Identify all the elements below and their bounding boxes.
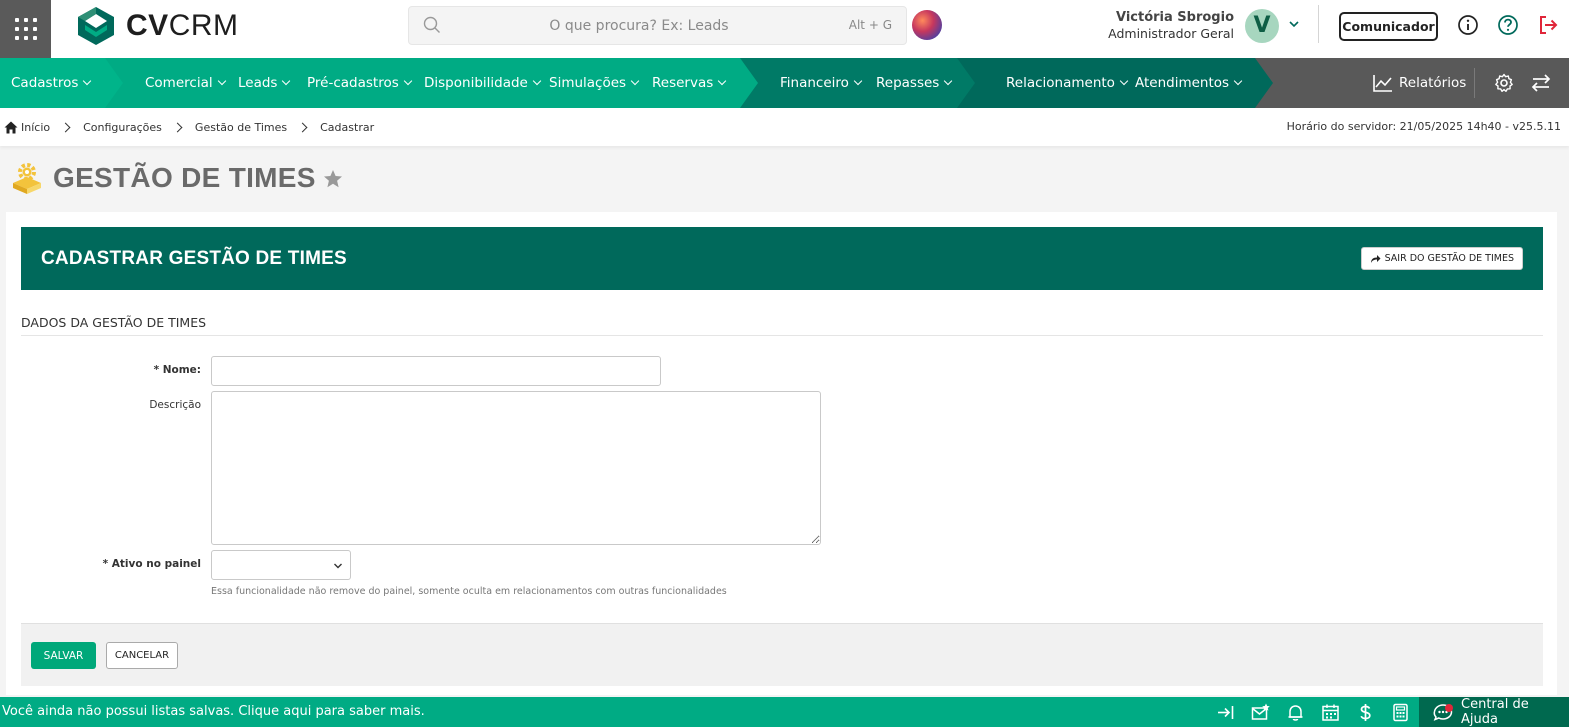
chart-line-icon (1373, 75, 1392, 92)
form-header: CADASTRAR GESTÃO DE TIMES SAIR DO GESTÃO… (21, 227, 1543, 290)
nome-label: * Nome: (153, 364, 201, 376)
breadcrumb-gestao-de-times[interactable]: Gestão de Times (195, 121, 287, 134)
user-role: Administrador Geral (1108, 26, 1234, 41)
dollar-icon[interactable] (1356, 703, 1375, 722)
section-divider (21, 335, 1543, 336)
nav-repasses[interactable]: Repasses (876, 58, 953, 108)
avatar[interactable]: V (1245, 9, 1279, 43)
descricao-label: Descrição (149, 399, 201, 411)
form-actions: SALVAR CANCELAR (21, 623, 1543, 686)
nav-comercial[interactable]: Comercial (145, 58, 226, 108)
nav-leads[interactable]: Leads (238, 58, 291, 108)
info-icon[interactable] (1457, 14, 1479, 36)
divider (1474, 68, 1475, 98)
ativo-help-text: Essa funcionalidade não remove do painel… (211, 586, 727, 597)
help-icon[interactable] (1497, 14, 1519, 36)
nav-cadastros[interactable]: Cadastros (11, 58, 92, 108)
ativo-select[interactable] (211, 550, 351, 580)
search-input[interactable] (449, 7, 829, 44)
chevron-down-icon (334, 563, 342, 569)
nav-relatorios[interactable]: Relatórios (1373, 58, 1466, 108)
apps-grid-icon[interactable] (0, 0, 51, 58)
cvcrm-logo-icon (78, 7, 114, 45)
bottom-status-bar: Você ainda não possui listas salvas. Cli… (0, 697, 1569, 727)
nav-relacionamento[interactable]: Relacionamento (1006, 58, 1129, 108)
nav-reservas[interactable]: Reservas (652, 58, 727, 108)
chevron-down-icon[interactable] (1288, 18, 1300, 30)
chat-support-icon (1433, 702, 1453, 722)
cancel-button[interactable]: CANCELAR (106, 642, 178, 669)
form-title: CADASTRAR GESTÃO DE TIMES (41, 248, 347, 269)
nome-input[interactable] (211, 356, 661, 386)
global-search[interactable]: Alt + G (408, 6, 907, 45)
page-title-area: GESTÃO DE TIMES (10, 158, 343, 198)
chevron-right-icon (60, 122, 71, 132)
notification-dot (1445, 704, 1453, 712)
breadcrumb-configuracoes[interactable]: Configurações (83, 121, 162, 134)
help-center-button[interactable]: Central de Ajuda (1419, 697, 1569, 727)
top-bar: CVCRM Alt + G Victória Sbrogio Administr… (0, 0, 1569, 58)
comunicador-button[interactable]: Comunicador (1339, 12, 1438, 41)
calendar-icon[interactable] (1321, 703, 1340, 722)
save-button[interactable]: SALVAR (31, 642, 96, 669)
search-shortcut-hint: Alt + G (848, 18, 892, 32)
brand-name: CVCRM (126, 9, 239, 42)
logout-icon[interactable] (1537, 14, 1559, 36)
mail-star-icon[interactable] (1251, 703, 1270, 722)
main-nav: Cadastros Comercial Leads Pré-cadastros … (0, 58, 1569, 108)
switch-arrows-icon[interactable] (1531, 73, 1551, 93)
brand-logo[interactable]: CVCRM (76, 5, 239, 47)
search-icon (423, 16, 440, 33)
favorite-star-icon[interactable] (323, 169, 343, 189)
form-card: CADASTRAR GESTÃO DE TIMES SAIR DO GESTÃO… (6, 212, 1557, 695)
chevron-right-icon (297, 122, 308, 132)
exit-gestao-button[interactable]: SAIR DO GESTÃO DE TIMES (1360, 247, 1523, 270)
breadcrumb-current: Cadastrar (320, 120, 375, 134)
saved-lists-message[interactable]: Você ainda não possui listas salvas. Cli… (2, 697, 425, 727)
nav-simulacoes[interactable]: Simulações (549, 58, 640, 108)
ativo-label: * Ativo no painel (102, 558, 201, 570)
expand-arrow-icon[interactable] (1216, 703, 1235, 722)
team-gear-icon (13, 163, 41, 194)
help-center-label: Central de Ajuda (1461, 697, 1529, 727)
user-info[interactable]: Victória Sbrogio Administrador Geral (1108, 10, 1234, 41)
breadcrumb: Início Configurações Gestão de Times Cad… (4, 108, 374, 146)
divider (1318, 5, 1319, 43)
calculator-icon[interactable] (1391, 703, 1410, 722)
section-title: DADOS DA GESTÃO DE TIMES (21, 315, 207, 330)
server-time: Horário do servidor: 21/05/2025 14h40 - … (1286, 120, 1561, 133)
breadcrumb-bar: Início Configurações Gestão de Times Cad… (0, 108, 1569, 146)
nav-atendimentos[interactable]: Atendimentos (1135, 58, 1243, 108)
notification-bell-icon[interactable] (1286, 703, 1305, 722)
chevron-right-icon (172, 122, 183, 132)
share-arrow-icon (1370, 254, 1381, 263)
breadcrumb-home[interactable]: Início (21, 121, 50, 134)
nav-financeiro[interactable]: Financeiro (780, 58, 863, 108)
descricao-textarea[interactable] (211, 391, 821, 545)
user-name: Victória Sbrogio (1115, 10, 1234, 25)
ai-assistant-orb-icon[interactable] (912, 10, 942, 40)
home-icon[interactable] (4, 121, 18, 134)
settings-gear-icon[interactable] (1494, 73, 1514, 93)
nav-disponibilidade[interactable]: Disponibilidade (424, 58, 542, 108)
page-title: GESTÃO DE TIMES (53, 162, 316, 193)
nav-pre-cadastros[interactable]: Pré-cadastros (307, 58, 412, 108)
